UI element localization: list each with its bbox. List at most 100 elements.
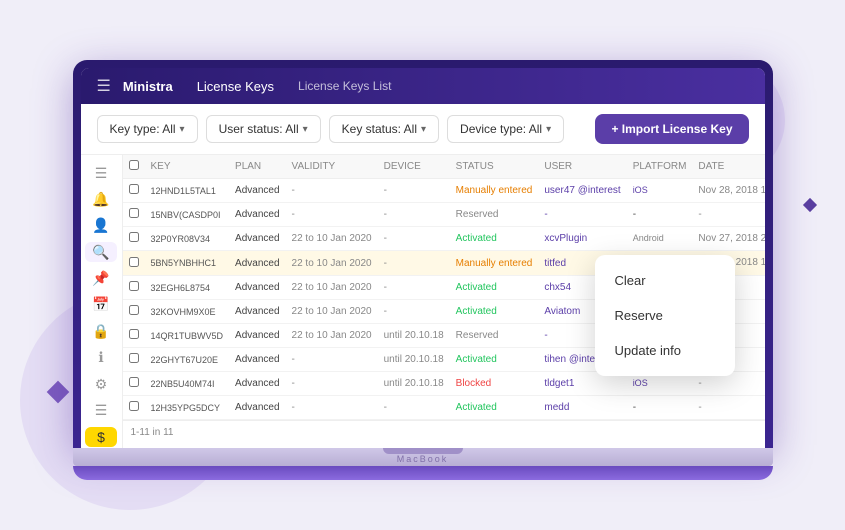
device-type-filter[interactable]: Device type: All ▾ — [447, 115, 564, 143]
laptop-brand-label: MacBook — [397, 454, 449, 464]
context-menu-reserve[interactable]: Reserve — [595, 298, 735, 333]
col-checkbox — [123, 155, 145, 179]
cell-date: - — [692, 203, 764, 227]
sidebar: ☰ 🔔 👤 🔍 📌 📅 🔒 ℹ ⚙ ☰ $ — [81, 155, 123, 448]
row-checkbox-3[interactable] — [129, 257, 139, 267]
cell-device: - — [378, 179, 450, 203]
cell-validity: - — [286, 372, 378, 396]
cell-checkbox — [123, 227, 145, 251]
nav-brand: Ministra — [123, 79, 173, 94]
row-checkbox-5[interactable] — [129, 305, 139, 315]
sidebar-icon-notifications[interactable]: 🔔 — [85, 189, 117, 209]
cell-user: medd — [538, 396, 626, 420]
cell-device: - — [378, 276, 450, 300]
cell-key: 32KOVHM9X0E — [145, 300, 230, 324]
cell-device: - — [378, 396, 450, 420]
key-type-filter[interactable]: Key type: All ▾ — [97, 115, 198, 143]
cell-platform: - — [627, 396, 693, 420]
cell-checkbox — [123, 203, 145, 227]
row-checkbox-0[interactable] — [129, 184, 139, 194]
import-license-key-button[interactable]: + Import License Key — [595, 114, 748, 144]
diamond-decoration-3 — [803, 198, 817, 212]
row-checkbox-6[interactable] — [129, 329, 139, 339]
key-status-filter[interactable]: Key status: All ▾ — [329, 115, 439, 143]
col-validity: VALIDITY — [286, 155, 378, 179]
cell-plan: Advanced — [229, 227, 285, 251]
key-type-label: Key type: All — [110, 122, 176, 136]
cell-date: Nov 27, 2018 22:48 — [692, 227, 764, 251]
cell-key: 12H35YPG5DCY — [145, 396, 230, 420]
row-checkbox-7[interactable] — [129, 353, 139, 363]
table-area: KEY PLAN VALIDITY DEVICE STATUS USER PLA… — [123, 155, 765, 448]
pagination-text: 1-11 in 11 — [131, 427, 174, 438]
cell-key: 32EGH6L8754 — [145, 276, 230, 300]
cell-key: 22GHYT67U20E — [145, 348, 230, 372]
screen-inner: ☰ Ministra License Keys License Keys Lis… — [81, 68, 765, 448]
cell-user: user47 @interest — [538, 179, 626, 203]
laptop-notch — [383, 448, 463, 454]
laptop-frame: ☰ Ministra License Keys License Keys Lis… — [73, 60, 773, 480]
cell-device: until 20.10.18 — [378, 324, 450, 348]
cell-device: - — [378, 203, 450, 227]
col-key: KEY — [145, 155, 230, 179]
cell-status: Reserved — [450, 203, 539, 227]
row-checkbox-2[interactable] — [129, 232, 139, 242]
row-checkbox-9[interactable] — [129, 401, 139, 411]
sidebar-icon-settings[interactable]: ⚙ — [85, 374, 117, 394]
row-checkbox-8[interactable] — [129, 377, 139, 387]
table-row: 12HND1L5TAL1 Advanced - - Manually enter… — [123, 179, 765, 203]
sidebar-icon-search[interactable]: 🔍 — [85, 242, 117, 262]
cell-status: Manually entered — [450, 251, 539, 276]
cell-key: 14QR1TUBWV5D — [145, 324, 230, 348]
cell-checkbox — [123, 348, 145, 372]
select-all-checkbox[interactable] — [129, 160, 139, 170]
table-row: 12H35YPG5DCY Advanced - - Activated medd… — [123, 396, 765, 420]
sidebar-icon-lock[interactable]: 🔒 — [85, 321, 117, 341]
context-menu-update-info[interactable]: Update info — [595, 333, 735, 368]
col-status: STATUS — [450, 155, 539, 179]
hamburger-icon[interactable]: ☰ — [97, 76, 111, 96]
sidebar-icon-list[interactable]: ☰ — [85, 400, 117, 420]
cell-status: Activated — [450, 300, 539, 324]
nav-link-license-keys[interactable]: License Keys — [197, 79, 274, 94]
col-plan: PLAN — [229, 155, 285, 179]
cell-plan: Advanced — [229, 372, 285, 396]
device-type-label: Device type: All — [460, 122, 542, 136]
cell-key: 15NBV(CASDP0I — [145, 203, 230, 227]
context-menu-clear[interactable]: Clear — [595, 263, 735, 298]
cell-plan: Advanced — [229, 276, 285, 300]
col-platform: PLATFORM — [627, 155, 693, 179]
table-header-row: KEY PLAN VALIDITY DEVICE STATUS USER PLA… — [123, 155, 765, 179]
cell-validity: - — [286, 203, 378, 227]
cell-plan: Advanced — [229, 251, 285, 276]
sidebar-icon-billing[interactable]: $ — [85, 427, 117, 447]
sidebar-icon-pin[interactable]: 📌 — [85, 268, 117, 288]
row-checkbox-1[interactable] — [129, 208, 139, 218]
cell-status: Activated — [450, 396, 539, 420]
cell-checkbox — [123, 300, 145, 324]
device-type-chevron: ▾ — [546, 124, 551, 135]
table-row: 15NBV(CASDP0I Advanced - - Reserved - - … — [123, 203, 765, 227]
cell-status: Activated — [450, 348, 539, 372]
cell-validity: - — [286, 348, 378, 372]
user-status-label: User status: All — [219, 122, 299, 136]
cell-status: Reserved — [450, 324, 539, 348]
cell-status: Blocked — [450, 372, 539, 396]
row-checkbox-4[interactable] — [129, 281, 139, 291]
context-menu: Clear Reserve Update info — [595, 255, 735, 376]
cell-validity: - — [286, 396, 378, 420]
cell-validity: 22 to 10 Jan 2020 — [286, 300, 378, 324]
sidebar-icon-users[interactable]: 👤 — [85, 216, 117, 236]
cell-plan: Advanced — [229, 348, 285, 372]
sidebar-icon-calendar[interactable]: 📅 — [85, 295, 117, 315]
sidebar-icon-menu[interactable]: ☰ — [85, 163, 117, 183]
cell-device: - — [378, 251, 450, 276]
sidebar-icon-info[interactable]: ℹ — [85, 348, 117, 368]
user-status-filter[interactable]: User status: All ▾ — [206, 115, 321, 143]
cell-device: until 20.10.18 — [378, 348, 450, 372]
cell-device: until 20.10.18 — [378, 372, 450, 396]
cell-validity: - — [286, 179, 378, 203]
cell-validity: 22 to 10 Jan 2020 — [286, 276, 378, 300]
cell-validity: 22 to 10 Jan 2020 — [286, 251, 378, 276]
key-status-chevron: ▾ — [421, 124, 426, 135]
